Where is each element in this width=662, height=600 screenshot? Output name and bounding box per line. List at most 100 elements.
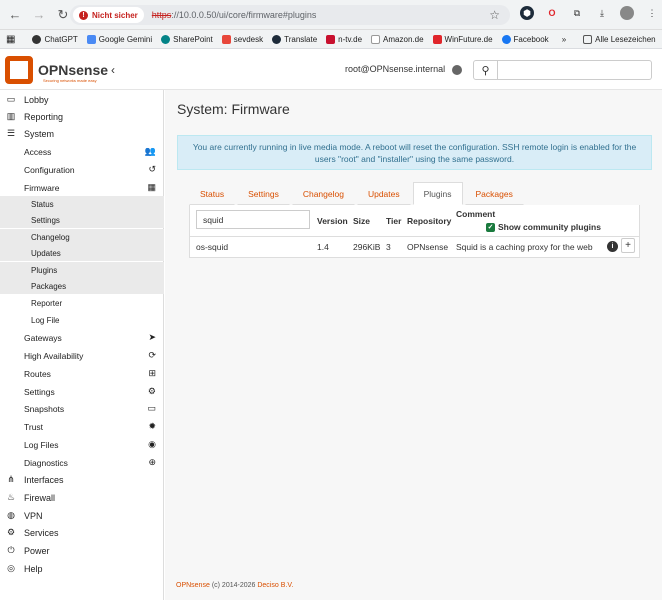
opnsense-logo[interactable]: OPNsense Securing networks made easy <box>5 56 108 84</box>
sidebar-item-diagnostics[interactable]: Diagnostics ⊕ <box>0 454 164 471</box>
back-arrow-icon[interactable]: ← <box>6 6 24 24</box>
sidebar-item-access[interactable]: Access 👥 <box>0 143 164 160</box>
footer-brand-link[interactable]: OPNsense <box>176 582 210 589</box>
live-media-alert: You are currently running in live media … <box>177 135 652 170</box>
extensions-puzzle-icon[interactable]: ⧉ <box>570 6 584 20</box>
menu-kebab-icon[interactable]: ⋮ <box>645 6 659 20</box>
sevdesk-icon <box>221 34 231 44</box>
server-icon: ☰ <box>6 128 16 138</box>
tab-status[interactable]: Status <box>189 182 236 205</box>
bookmark-chatgpt[interactable]: ChatGPT <box>32 34 78 44</box>
show-community-checkbox[interactable]: ✓ Show community plugins <box>486 222 601 232</box>
sidebar-item-reporting[interactable]: ▥ Reporting <box>0 108 164 125</box>
fire-icon: ♨ <box>6 492 16 502</box>
sidebar-item-settings[interactable]: Settings ⚙ <box>0 383 164 400</box>
status-indicator[interactable] <box>452 65 462 75</box>
column-size[interactable]: Size <box>353 216 370 226</box>
sidebar-item-system[interactable]: ☰ System <box>0 125 164 142</box>
bookmark-star-icon[interactable]: ☆ <box>489 8 500 22</box>
folder-icon <box>583 34 593 44</box>
column-repository[interactable]: Repository <box>407 216 451 226</box>
life-ring-icon: ◎ <box>7 563 15 573</box>
tab-updates[interactable]: Updates <box>356 182 411 205</box>
user-menu[interactable]: root@OPNsense.internal <box>345 64 445 74</box>
sidebar-item-power[interactable]: ⏻ Power <box>0 542 164 559</box>
chatgpt-icon <box>32 34 42 44</box>
search-icon[interactable]: ⚲ <box>473 60 498 80</box>
tab-settings[interactable]: Settings <box>237 182 290 205</box>
sidebar-item-vpn[interactable]: ◍ VPN <box>0 507 164 524</box>
install-plus-button[interactable]: + <box>621 238 635 253</box>
sidebar-item-help[interactable]: ◎ Help <box>0 560 164 577</box>
sidebar-item-snapshots[interactable]: Snapshots ▭ <box>0 400 164 417</box>
sidebar-item-interfaces[interactable]: ⋔ Interfaces <box>0 471 164 488</box>
facebook-icon <box>501 34 511 44</box>
page-title: System: Firmware <box>177 101 290 117</box>
sidebar-item-configuration[interactable]: Configuration ↺ <box>0 161 164 178</box>
sidebar-item-routes[interactable]: Routes ⊞ <box>0 365 164 382</box>
sidebar-item-firewall[interactable]: ♨ Firewall <box>0 489 164 506</box>
warning-icon: ! <box>79 10 88 20</box>
sidebar-item-fw-logfile[interactable]: Log File <box>0 312 164 328</box>
bookmark-translate[interactable]: Translate <box>272 34 317 44</box>
plugin-name: os-squid <box>196 242 229 252</box>
sidebar-item-fw-packages[interactable]: Packages <box>0 278 164 294</box>
sidebar-item-fw-changelog[interactable]: Changelog <box>0 229 164 245</box>
winfuture-icon <box>432 34 442 44</box>
sidebar-item-gateways[interactable]: Gateways ➤ <box>0 329 164 346</box>
sidebar-item-firmware[interactable]: Firmware ▦ <box>0 179 164 196</box>
info-icon[interactable]: i <box>607 241 618 252</box>
column-comment[interactable]: Comment <box>456 209 495 219</box>
sidebar-item-fw-updates[interactable]: Updates <box>0 245 164 261</box>
certificate-icon: ✹ <box>148 421 156 431</box>
bookmark-amazon[interactable]: Amazon.de <box>371 34 424 44</box>
column-tier[interactable]: Tier <box>386 216 401 226</box>
plug-icon: ⏻ <box>7 545 15 555</box>
sidebar-item-fw-settings[interactable]: Settings <box>0 212 164 228</box>
sidebar-item-fw-reporter[interactable]: Reporter <box>0 295 164 311</box>
tab-packages[interactable]: Packages <box>464 182 524 205</box>
tab-plugins[interactable]: Plugins <box>412 182 463 205</box>
app-header: OPNsense Securing networks made easy ‹ r… <box>0 50 662 90</box>
sidebar-item-trust[interactable]: Trust ✹ <box>0 418 164 435</box>
sidebar-item-log-files[interactable]: Log Files ◉ <box>0 436 164 453</box>
logo-mark-icon <box>5 56 33 84</box>
address-bar[interactable]: ! Nicht sicher https://10.0.0.50/ui/core… <box>70 5 510 25</box>
map-signs-icon: ⊞ <box>148 368 156 378</box>
bookmark-sevdesk[interactable]: sevdesk <box>221 34 263 44</box>
browser-toolbar: ← → ↻ ! Nicht sicher https://10.0.0.50/u… <box>0 0 662 30</box>
plugin-version: 1.4 <box>317 242 329 252</box>
firmware-tabs: Status Settings Changelog Updates Plugin… <box>189 182 526 205</box>
column-version[interactable]: Version <box>317 216 348 226</box>
sharepoint-icon <box>161 34 171 44</box>
ntv-icon <box>326 34 336 44</box>
bookmark-ntv[interactable]: n-tv.de <box>326 34 362 44</box>
opera-icon[interactable]: O <box>545 6 559 20</box>
hdd-icon: ▭ <box>147 403 156 413</box>
globe-icon: ◍ <box>7 510 15 520</box>
plugin-filter-input[interactable]: squid <box>196 210 310 229</box>
extension-shield-icon[interactable]: ⬢ <box>520 6 534 20</box>
collapse-sidebar-icon[interactable]: ‹ <box>111 63 115 77</box>
sidebar-item-fw-plugins[interactable]: Plugins <box>0 262 164 278</box>
search-input[interactable] <box>498 60 652 80</box>
sidebar-item-high-availability[interactable]: High Availability ⟳ <box>0 347 164 364</box>
apps-grid-icon[interactable]: ▦ <box>6 34 15 45</box>
bookmark-sharepoint[interactable]: SharePoint <box>161 34 213 44</box>
footer-company-link[interactable]: Deciso B.V. <box>257 582 293 589</box>
all-bookmarks[interactable]: Alle Lesezeichen <box>583 34 656 44</box>
sidebar-item-services[interactable]: ⚙ Services <box>0 524 164 541</box>
medkit-icon: ⊕ <box>148 457 156 467</box>
sidebar-item-lobby[interactable]: ▭ Lobby <box>0 91 164 108</box>
forward-arrow-icon[interactable]: → <box>30 6 48 24</box>
profile-avatar[interactable] <box>620 6 634 20</box>
tab-changelog[interactable]: Changelog <box>291 182 355 205</box>
sidebar-item-fw-status[interactable]: Status <box>0 196 164 212</box>
more-bookmarks-icon[interactable]: » <box>562 35 566 44</box>
bookmark-gemini[interactable]: Google Gemini <box>86 34 152 44</box>
bookmark-facebook[interactable]: Facebook <box>501 34 549 44</box>
plugin-size: 296KiB <box>353 242 381 252</box>
bookmark-winfuture[interactable]: WinFuture.de <box>432 34 493 44</box>
security-chip[interactable]: ! Nicht sicher <box>73 7 144 23</box>
download-icon[interactable]: ⤓ <box>595 6 609 20</box>
